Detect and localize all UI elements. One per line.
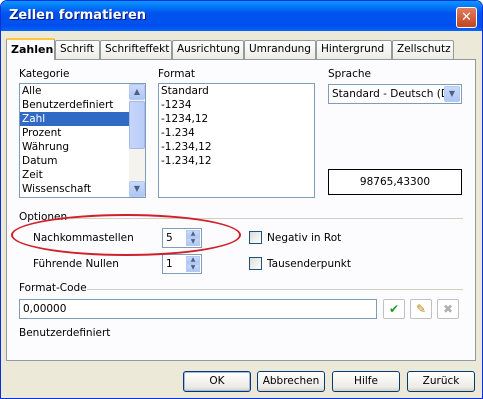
tab-umrandung[interactable]: Umrandung: [244, 40, 316, 59]
spin-down-icon[interactable]: ▼: [186, 238, 200, 246]
edit-comment-icon[interactable]: ✎: [410, 299, 432, 319]
list-item[interactable]: -1234,12: [159, 112, 314, 126]
nachkommastellen-label: Nachkommastellen: [33, 232, 134, 244]
format-list[interactable]: Standard -1234 -1234,12 -1.234 -1.234,12…: [158, 83, 315, 198]
negativ-in-rot-checkbox[interactable]: [249, 231, 262, 244]
format-code-input[interactable]: 0,00000: [19, 299, 377, 319]
tab-hintergrund[interactable]: Hintergrund: [316, 40, 392, 59]
nachkommastellen-stepper[interactable]: 5 ▲ ▼: [162, 228, 202, 248]
group-divider: [71, 218, 463, 219]
close-icon[interactable]: ✕: [456, 7, 477, 28]
list-item[interactable]: Wissenschaft: [20, 182, 145, 196]
negativ-in-rot-label: Negativ in Rot: [267, 232, 342, 244]
tab-zahlen[interactable]: Zahlen: [6, 38, 55, 60]
sprache-value: Standard - Deutsch (De: [332, 88, 456, 100]
list-item[interactable]: -1.234,12: [159, 154, 314, 168]
tausenderpunkt-label: Tausenderpunkt: [267, 258, 351, 270]
list-item[interactable]: Währung: [20, 140, 145, 154]
fuehrende-nullen-value: 1: [166, 258, 173, 270]
format-preview: 98765,43300: [328, 169, 462, 195]
zahlen-panel: Kategorie Alle Benutzerdefiniert Zahl Pr…: [6, 59, 476, 361]
list-item[interactable]: -1.234: [159, 126, 314, 140]
kategorie-list[interactable]: Alle Benutzerdefiniert Zahl Prozent Währ…: [19, 83, 146, 198]
kategorie-scrollbar[interactable]: ▲ ▼: [129, 84, 145, 197]
tab-zellschutz[interactable]: Zellschutz: [392, 40, 454, 59]
scroll-down-icon[interactable]: ▼: [129, 181, 145, 197]
optionen-label: Optionen: [19, 211, 68, 223]
list-item[interactable]: -1.234,12: [159, 140, 314, 154]
format-label: Format: [158, 68, 196, 80]
list-item[interactable]: Zahl: [20, 112, 145, 126]
list-item[interactable]: Standard: [159, 84, 314, 98]
format-code-label: Format-Code: [19, 282, 87, 294]
window-title: Zellen formatieren: [9, 8, 147, 23]
sprache-select[interactable]: Standard - Deutsch (De ▼: [328, 84, 462, 104]
delete-icon[interactable]: ✖: [437, 299, 459, 319]
format-cells-dialog: Zellen formatieren ✕ Zahlen Schrift Schr…: [0, 0, 483, 399]
ok-button[interactable]: OK: [183, 371, 251, 392]
cancel-button[interactable]: Abbrechen: [257, 371, 325, 392]
tab-strip: Zahlen Schrift Schrifteffekt Ausrichtung…: [6, 38, 476, 60]
title-bar[interactable]: Zellen formatieren ✕: [1, 1, 482, 31]
spin-up-icon[interactable]: ▲: [186, 256, 200, 264]
kategorie-label: Kategorie: [19, 68, 70, 80]
list-item[interactable]: Prozent: [20, 126, 145, 140]
sprache-label: Sprache: [328, 68, 371, 80]
chevron-down-icon[interactable]: ▼: [444, 86, 460, 102]
scroll-thumb[interactable]: [129, 101, 145, 149]
tab-schrifteffekt[interactable]: Schrifteffekt: [100, 40, 172, 59]
nachkommastellen-value: 5: [166, 232, 173, 244]
group-divider: [87, 289, 463, 290]
back-button[interactable]: Zurück: [407, 371, 475, 392]
tab-schrift[interactable]: Schrift: [55, 40, 100, 59]
fuehrende-nullen-label: Führende Nullen: [33, 258, 119, 270]
list-item[interactable]: -1234: [159, 98, 314, 112]
list-item[interactable]: Benutzerdefiniert: [20, 98, 145, 112]
tausenderpunkt-checkbox[interactable]: [249, 257, 262, 270]
list-item[interactable]: Alle: [20, 84, 145, 98]
checkmark-icon[interactable]: ✔: [383, 299, 405, 319]
format-description: Benutzerdefiniert: [19, 327, 111, 339]
spin-up-icon[interactable]: ▲: [186, 230, 200, 238]
list-item[interactable]: Datum: [20, 154, 145, 168]
tab-ausrichtung[interactable]: Ausrichtung: [172, 40, 244, 59]
scroll-up-icon[interactable]: ▲: [129, 84, 145, 100]
spin-down-icon[interactable]: ▼: [186, 264, 200, 272]
fuehrende-nullen-stepper[interactable]: 1 ▲ ▼: [162, 254, 202, 274]
help-button[interactable]: Hilfe: [332, 371, 400, 392]
list-item[interactable]: Zeit: [20, 168, 145, 182]
